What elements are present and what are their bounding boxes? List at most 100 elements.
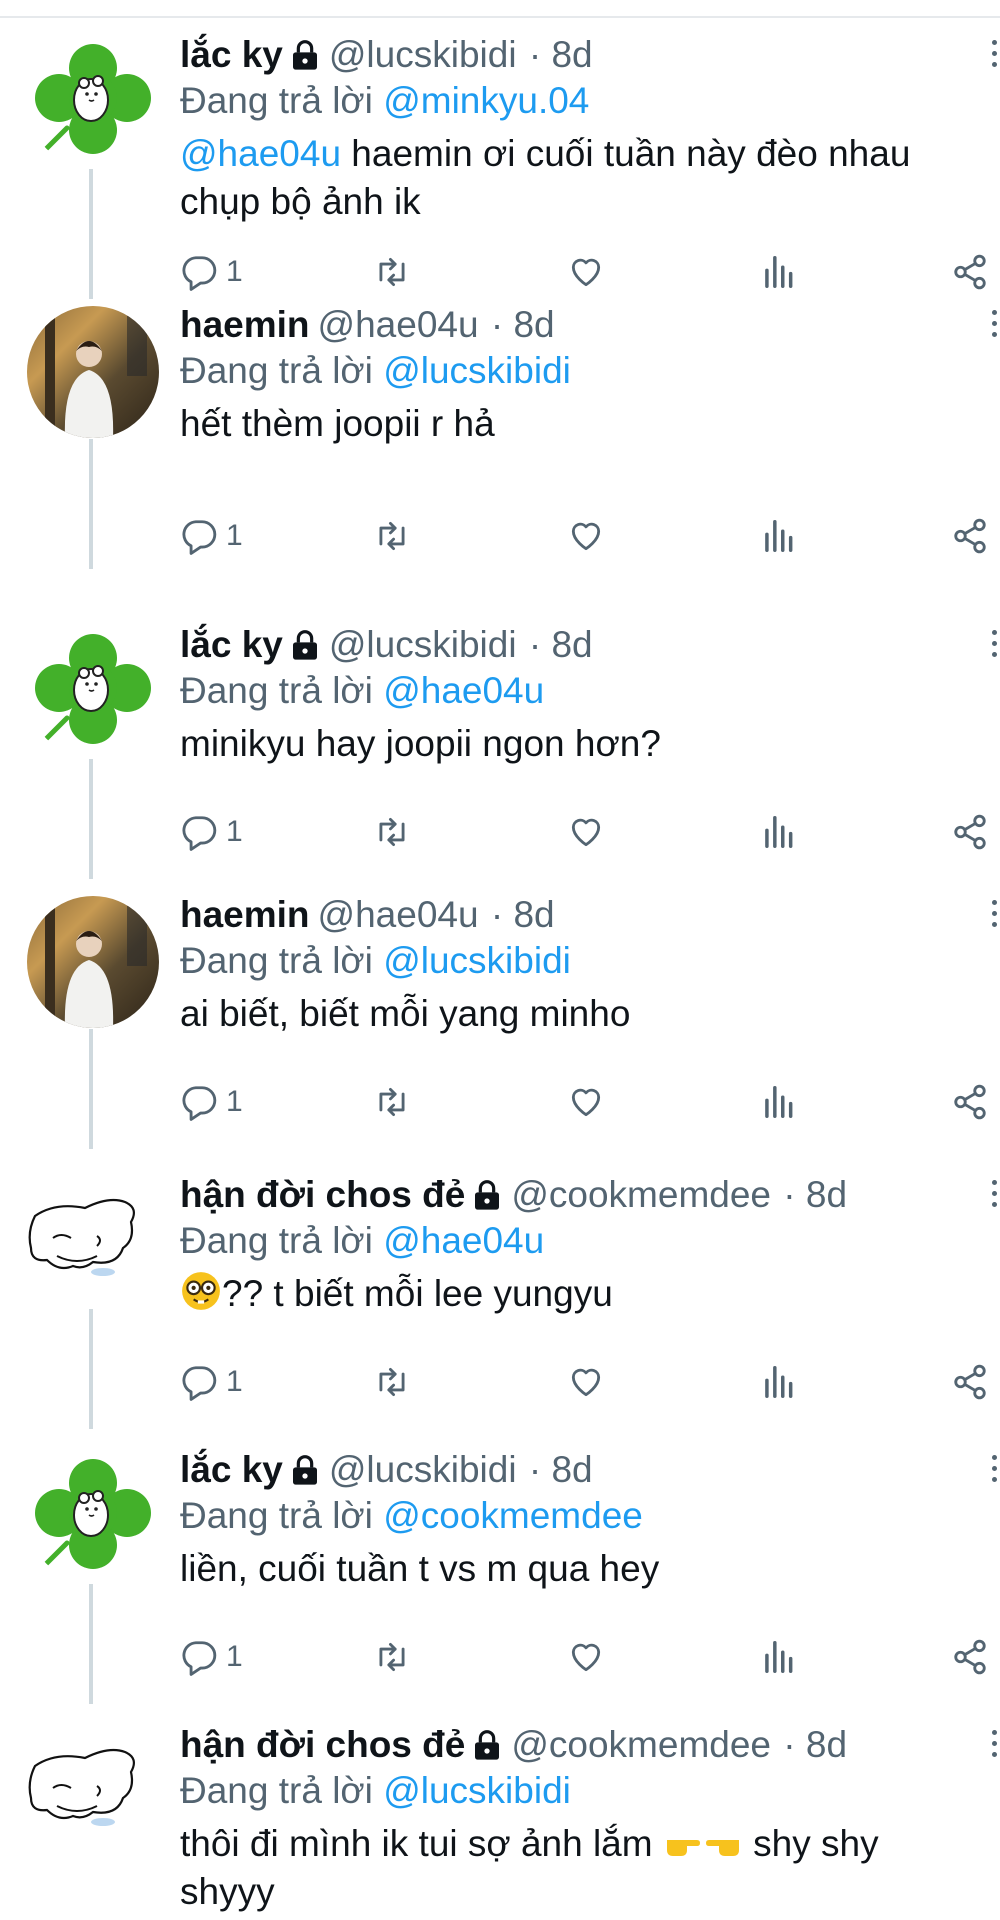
avatar[interactable] (27, 1176, 159, 1308)
timestamp[interactable]: · 8d (783, 1174, 847, 1215)
sketch-avatar-icon (27, 1176, 159, 1308)
retweet-button[interactable] (370, 1363, 414, 1401)
more-options-icon[interactable] (990, 900, 1000, 940)
display-name[interactable]: hận đời chos đẻ (180, 1174, 465, 1215)
user-handle[interactable]: @cookmemdee (511, 1724, 771, 1765)
tweet[interactable]: lắc ky @lucskibidi · 8d Đang trả lời @min… (0, 30, 1000, 302)
timestamp[interactable]: · 8d (529, 34, 593, 75)
views-button[interactable] (758, 813, 798, 851)
reply-button[interactable]: 1 (180, 253, 243, 291)
more-options-icon[interactable] (990, 310, 1000, 350)
avatar[interactable] (27, 1451, 159, 1583)
tweet[interactable]: hận đời chos đẻ @cookmemdee · 8d Đang trả… (0, 1720, 1000, 1920)
user-handle[interactable]: @hae04u (318, 304, 479, 345)
like-button[interactable] (566, 253, 606, 291)
views-button[interactable] (758, 1638, 798, 1676)
display-name[interactable]: hận đời chos đẻ (180, 1724, 465, 1765)
reply-button[interactable]: 1 (180, 1083, 243, 1121)
reply-mention-link[interactable]: @hae04u (383, 1220, 544, 1261)
retweet-button[interactable] (370, 1083, 414, 1121)
reply-mention-link[interactable]: @lucskibidi (383, 940, 571, 981)
tweet-header: lắc ky @lucskibidi · 8d (180, 1447, 593, 1493)
pointing-left-emoji-icon (703, 1822, 743, 1862)
like-button[interactable] (566, 1083, 606, 1121)
user-handle[interactable]: @lucskibidi (329, 34, 517, 75)
tweet[interactable]: haemin @hae04u · 8d Đang trả lời @lucskib… (0, 300, 1000, 572)
display-name[interactable]: lắc ky (180, 34, 283, 75)
reply-button[interactable]: 1 (180, 517, 243, 555)
views-icon (758, 1363, 798, 1401)
display-name[interactable]: haemin (180, 304, 310, 345)
reply-icon (180, 1363, 218, 1401)
timestamp[interactable]: · 8d (491, 304, 555, 345)
tweet-text: ?? t biết mỗi lee yungyu (180, 1270, 970, 1318)
reply-mention-link[interactable]: @minkyu.04 (383, 80, 589, 121)
display-name[interactable]: lắc ky (180, 624, 283, 665)
lock-icon (289, 629, 321, 661)
more-options-icon[interactable] (990, 40, 1000, 80)
share-button[interactable] (950, 813, 990, 851)
display-name[interactable]: lắc ky (180, 1449, 283, 1490)
views-button[interactable] (758, 1083, 798, 1121)
display-name[interactable]: haemin (180, 894, 310, 935)
more-options-icon[interactable] (990, 1730, 1000, 1770)
views-button[interactable] (758, 1363, 798, 1401)
nerd-face-emoji-icon (180, 1270, 222, 1312)
avatar[interactable] (27, 626, 159, 758)
retweet-button[interactable] (370, 1638, 414, 1676)
tweet[interactable]: lắc ky @lucskibidi · 8d Đang trả lời @hae… (0, 620, 1000, 892)
person-photo-icon (45, 306, 147, 438)
share-button[interactable] (950, 253, 990, 291)
user-handle[interactable]: @lucskibidi (329, 624, 517, 665)
reply-button[interactable]: 1 (180, 1363, 243, 1401)
views-button[interactable] (758, 517, 798, 555)
timestamp[interactable]: · 8d (529, 624, 593, 665)
reply-mention-link[interactable]: @cookmemdee (383, 1495, 643, 1536)
share-button[interactable] (950, 1363, 990, 1401)
sketch-avatar-icon (27, 1726, 159, 1858)
avatar[interactable] (27, 306, 159, 438)
reply-mention-link[interactable]: @lucskibidi (383, 1770, 571, 1811)
reply-button[interactable]: 1 (180, 1638, 243, 1676)
retweet-button[interactable] (370, 517, 414, 555)
retweet-icon (370, 517, 414, 555)
reply-mention-link[interactable]: @lucskibidi (383, 350, 571, 391)
clover-avatar-icon (27, 626, 159, 758)
like-button[interactable] (566, 813, 606, 851)
reply-mention-link[interactable]: @hae04u (383, 670, 544, 711)
action-bar: 1 (0, 519, 1000, 590)
timestamp[interactable]: · 8d (783, 1724, 847, 1765)
avatar[interactable] (27, 1726, 159, 1858)
share-button[interactable] (950, 1638, 990, 1676)
more-options-icon[interactable] (990, 1180, 1000, 1220)
lock-icon (289, 39, 321, 71)
share-icon (950, 1363, 990, 1401)
like-button[interactable] (566, 517, 606, 555)
replying-to: Đang trả lời @lucskibidi (180, 940, 571, 981)
retweet-button[interactable] (370, 813, 414, 851)
lock-icon (471, 1729, 503, 1761)
tweet[interactable]: hận đời chos đẻ @cookmemdee · 8d Đang trả… (0, 1170, 1000, 1442)
share-button[interactable] (950, 1083, 990, 1121)
mention-link[interactable]: @hae04u (180, 133, 341, 174)
avatar[interactable] (27, 896, 159, 1028)
share-button[interactable] (950, 517, 990, 555)
user-handle[interactable]: @hae04u (318, 894, 479, 935)
timestamp[interactable]: · 8d (491, 894, 555, 935)
more-options-icon[interactable] (990, 1455, 1000, 1495)
user-handle[interactable]: @cookmemdee (511, 1174, 771, 1215)
more-options-icon[interactable] (990, 630, 1000, 670)
tweet[interactable]: lắc ky @lucskibidi · 8d Đang trả lời @coo… (0, 1445, 1000, 1717)
tweet[interactable]: haemin @hae04u · 8d Đang trả lời @lucskib… (0, 890, 1000, 1162)
user-handle[interactable]: @lucskibidi (329, 1449, 517, 1490)
avatar[interactable] (27, 36, 159, 168)
reply-icon (180, 253, 218, 291)
views-button[interactable] (758, 253, 798, 291)
like-button[interactable] (566, 1638, 606, 1676)
clover-avatar-icon (27, 36, 159, 168)
heart-icon (566, 1638, 606, 1676)
reply-button[interactable]: 1 (180, 813, 243, 851)
retweet-button[interactable] (370, 253, 414, 291)
timestamp[interactable]: · 8d (529, 1449, 593, 1490)
like-button[interactable] (566, 1363, 606, 1401)
